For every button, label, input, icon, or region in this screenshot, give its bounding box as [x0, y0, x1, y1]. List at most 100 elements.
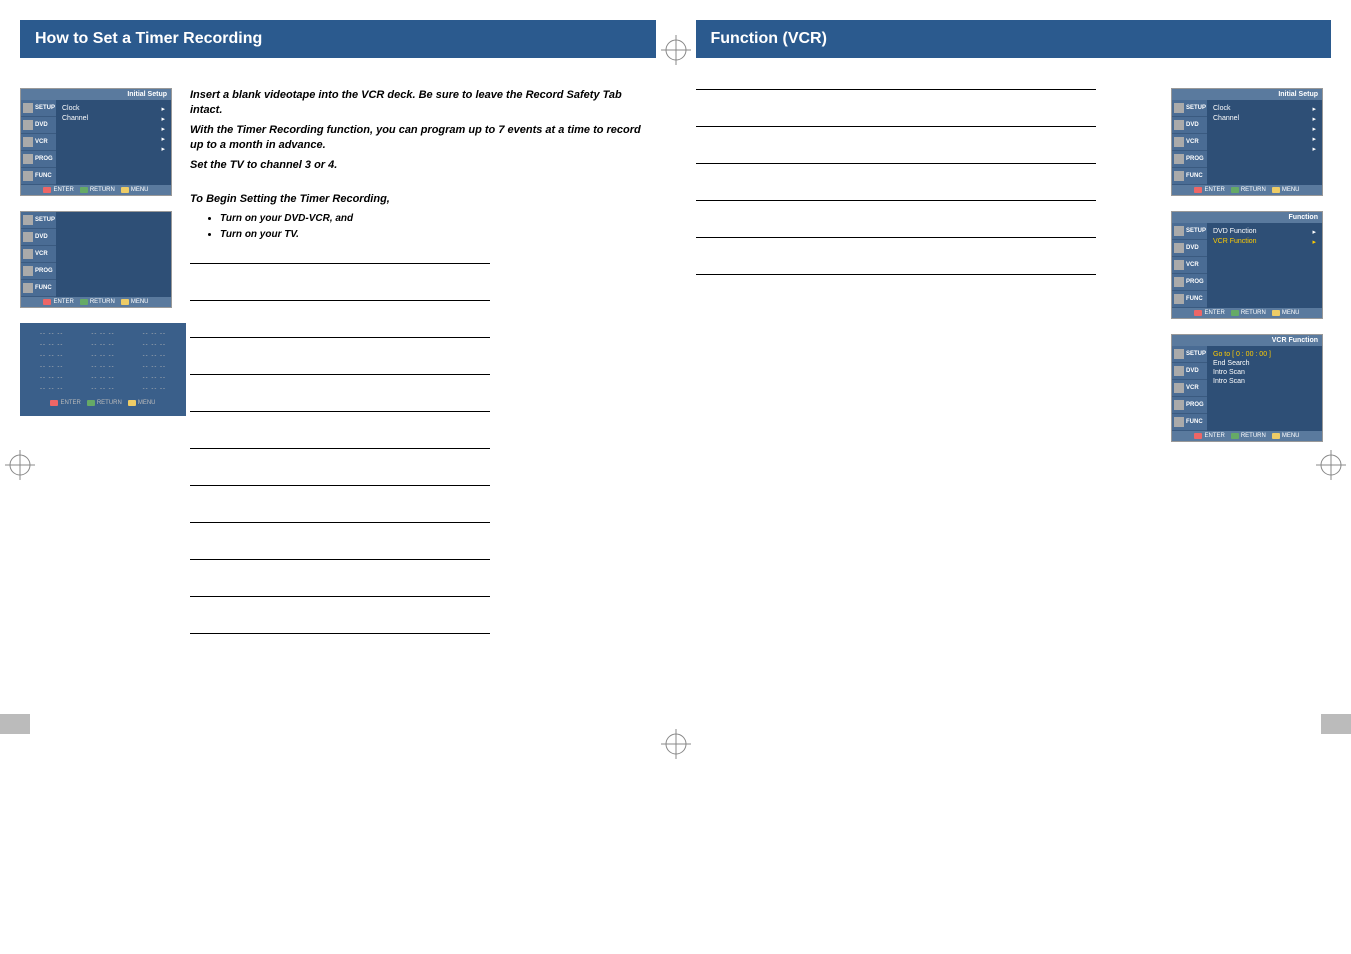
footer-enter: ENTER	[1204, 187, 1224, 193]
arrow-right-icon: ▸	[161, 105, 165, 113]
intro-line3: Set the TV to channel 3 or 4.	[190, 158, 656, 173]
menu-item-end-search[interactable]: End Search	[1213, 360, 1250, 367]
prog-table: -- -- ---- -- ---- -- -- -- -- ---- -- -…	[20, 323, 186, 416]
tape-icon	[23, 137, 33, 147]
menu-tab-vcr[interactable]: VCR	[35, 139, 48, 145]
registration-mark-top	[656, 30, 696, 70]
func-icon	[1174, 294, 1184, 304]
menu-item-channel[interactable]: Channel	[1213, 115, 1239, 123]
menu-item-intro-scan[interactable]: Intro Scan	[1213, 369, 1245, 376]
footer-return: RETURN	[1241, 187, 1266, 193]
gear-icon	[1174, 226, 1184, 236]
intro-line2: With the Timer Recording function, you c…	[190, 123, 656, 154]
arrow-right-icon: ▸	[161, 135, 165, 143]
disc-icon	[1174, 243, 1184, 253]
edge-swatch-left	[0, 714, 30, 734]
menu-tab-prog[interactable]: PROG	[1186, 279, 1204, 285]
edge-swatch-right	[1321, 714, 1351, 734]
menu-tab-prog[interactable]: PROG	[35, 268, 53, 274]
tape-icon	[1174, 260, 1184, 270]
clock-icon	[23, 154, 33, 164]
left-title-bar: How to Set a Timer Recording	[20, 20, 656, 58]
menu-item-intro-scan[interactable]: Intro Scan	[1213, 378, 1245, 385]
menu-header: Function	[1172, 212, 1322, 223]
menu-tab-func[interactable]: FUNC	[1186, 419, 1203, 425]
menu-tab-func[interactable]: FUNC	[35, 173, 52, 179]
footer-menu: MENU	[138, 400, 156, 406]
footer-return: RETURN	[90, 187, 115, 193]
clock-icon	[1174, 277, 1184, 287]
menu-tab-dvd[interactable]: DVD	[1186, 122, 1199, 128]
footer-enter: ENTER	[1204, 433, 1224, 439]
menu-tab-vcr[interactable]: VCR	[1186, 262, 1199, 268]
menu-tab-dvd[interactable]: DVD	[35, 122, 48, 128]
footer-enter: ENTER	[53, 187, 73, 193]
menu-item-channel[interactable]: Channel	[62, 115, 88, 123]
registration-mark-bottom	[661, 729, 691, 764]
bullet-turn-on-dvd: Turn on your DVD-VCR, and	[220, 212, 656, 226]
arrow-right-icon: ▸	[161, 145, 165, 153]
arrow-right-icon: ▸	[1312, 135, 1316, 143]
menu-header: VCR Function	[1172, 335, 1322, 346]
footer-menu: MENU	[1282, 433, 1300, 439]
footer-return: RETURN	[1241, 433, 1266, 439]
menu-header: Initial Setup	[1172, 89, 1322, 100]
footer-return: RETURN	[1241, 310, 1266, 316]
menu-item-clock[interactable]: Clock	[62, 105, 80, 113]
menu-footer: ENTER RETURN MENU	[21, 297, 171, 307]
footer-menu: MENU	[1282, 187, 1300, 193]
menu-item-vcr-function[interactable]: VCR Function	[1213, 238, 1257, 246]
disc-icon	[1174, 366, 1184, 376]
footer-return: RETURN	[90, 299, 115, 305]
tape-icon	[1174, 137, 1184, 147]
func-icon	[23, 171, 33, 181]
clock-icon	[23, 266, 33, 276]
arrow-right-icon: ▸	[161, 115, 165, 123]
footer-menu: MENU	[131, 299, 149, 305]
menu-tab-func[interactable]: FUNC	[1186, 296, 1203, 302]
menu-tab-vcr[interactable]: VCR	[1186, 139, 1199, 145]
menu-tab-func[interactable]: FUNC	[1186, 173, 1203, 179]
menu-tab-prog[interactable]: PROG	[35, 156, 53, 162]
arrow-right-icon: ▸	[1312, 125, 1316, 133]
menu-header: Initial Setup	[21, 89, 171, 100]
menu-screenshot-initial: Initial Setup SETUP DVD VCR PROG FUNC Cl…	[20, 88, 170, 669]
intro-line1: Insert a blank videotape into the VCR de…	[190, 88, 656, 119]
clock-icon	[1174, 400, 1184, 410]
gear-icon	[1174, 103, 1184, 113]
right-title-bar: Function (VCR)	[696, 20, 1332, 58]
menu-tab-func[interactable]: FUNC	[35, 285, 52, 291]
clock-icon	[1174, 154, 1184, 164]
prog-cell: -- -- --	[28, 331, 75, 337]
menu-tab-setup[interactable]: SETUP	[1186, 105, 1206, 111]
menu-tab-prog[interactable]: PROG	[1186, 156, 1204, 162]
menu-tab-setup[interactable]: SETUP	[35, 105, 55, 111]
disc-icon	[23, 120, 33, 130]
menu-tab-dvd[interactable]: DVD	[35, 234, 48, 240]
menu-tab-setup[interactable]: SETUP	[1186, 351, 1206, 357]
gear-icon	[23, 103, 33, 113]
menu-tab-prog[interactable]: PROG	[1186, 402, 1204, 408]
footer-menu: MENU	[1282, 310, 1300, 316]
footer-enter: ENTER	[1204, 310, 1224, 316]
menu-tab-dvd[interactable]: DVD	[1186, 245, 1199, 251]
disc-icon	[23, 232, 33, 242]
func-icon	[1174, 417, 1184, 427]
tape-icon	[23, 249, 33, 259]
footer-menu: MENU	[131, 187, 149, 193]
menu-tab-setup[interactable]: SETUP	[35, 217, 55, 223]
menu-item-goto[interactable]: Go to [ 0 : 00 : 00 ]	[1213, 351, 1271, 358]
left-page: How to Set a Timer Recording Initial Set…	[20, 20, 656, 684]
blank-lines-right	[696, 88, 1152, 457]
menu-item-clock[interactable]: Clock	[1213, 105, 1231, 113]
bullet-turn-on-tv: Turn on your TV.	[220, 228, 656, 242]
menu-footer: ENTER RETURN MENU	[1172, 431, 1322, 441]
menu-item-dvd-function[interactable]: DVD Function	[1213, 228, 1257, 236]
func-icon	[23, 283, 33, 293]
menu-tab-vcr[interactable]: VCR	[1186, 385, 1199, 391]
menu-tab-vcr[interactable]: VCR	[35, 251, 48, 257]
menu-tab-setup[interactable]: SETUP	[1186, 228, 1206, 234]
intro-text: Insert a blank videotape into the VCR de…	[190, 88, 656, 669]
menu-tab-dvd[interactable]: DVD	[1186, 368, 1199, 374]
intro-line4: To Begin Setting the Timer Recording,	[190, 192, 656, 207]
